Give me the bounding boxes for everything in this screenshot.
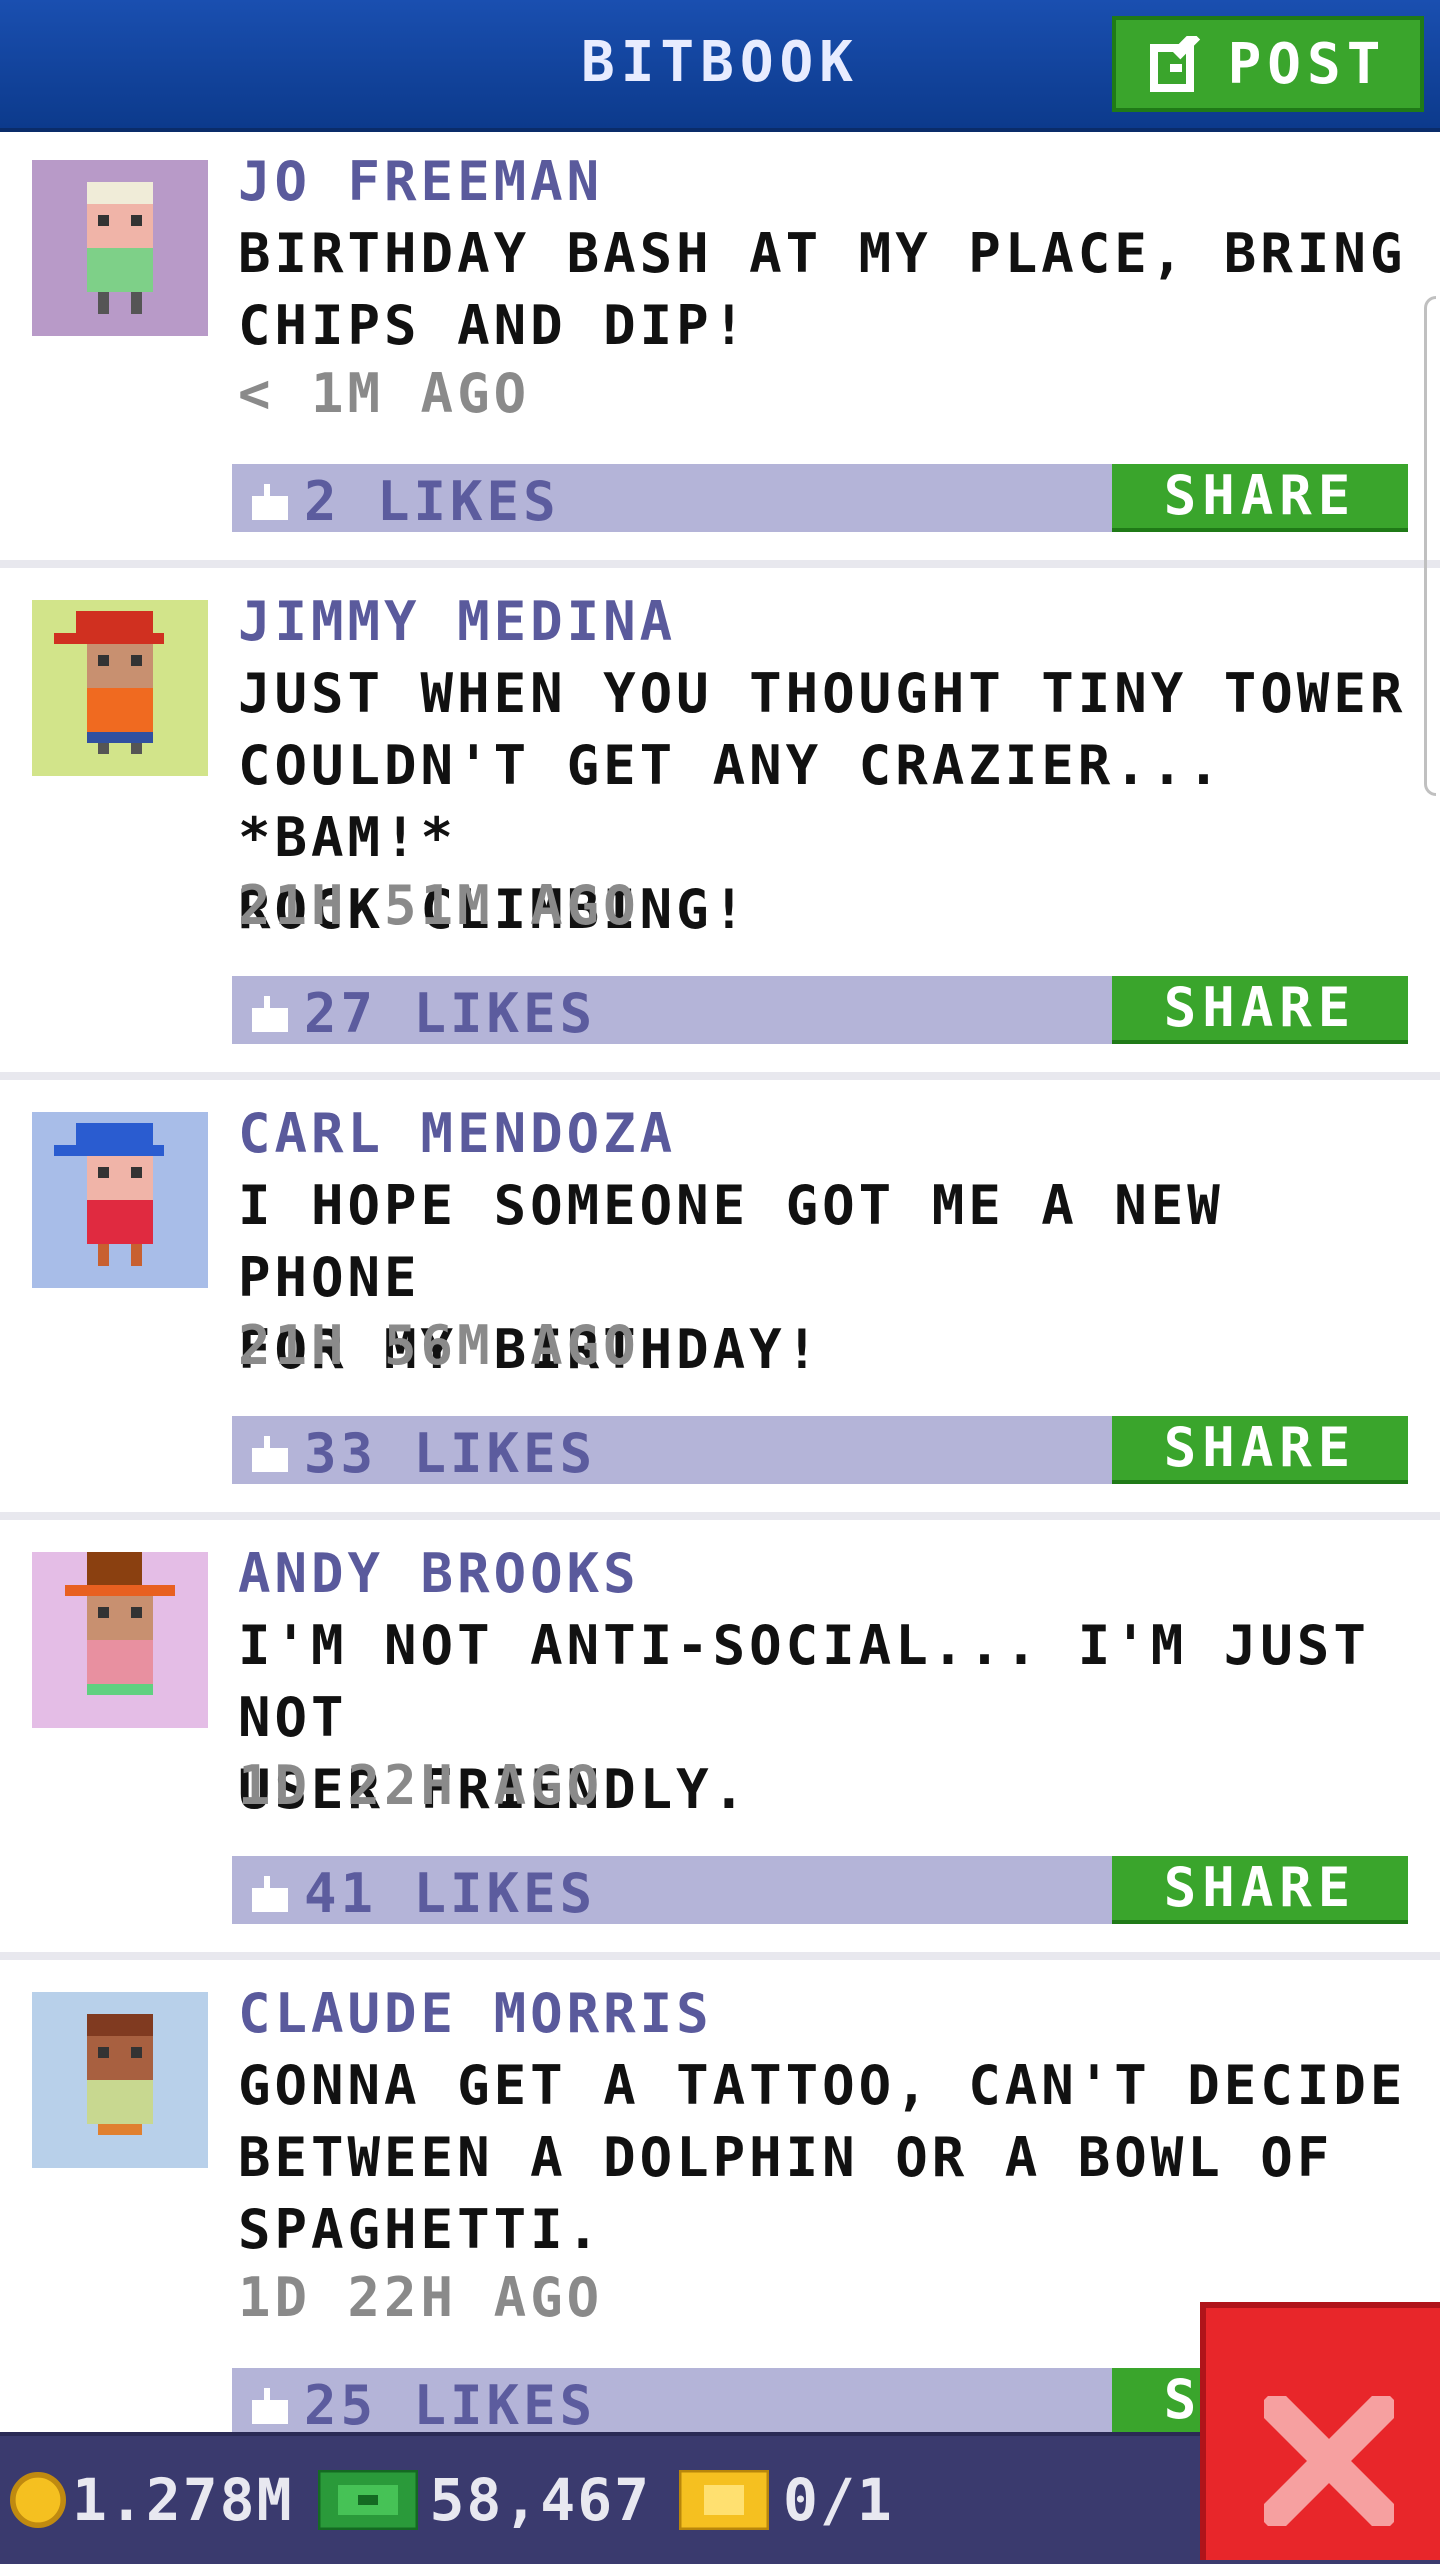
- post-time: 1D 22H AGO: [238, 2266, 604, 2329]
- avatar[interactable]: [32, 160, 208, 336]
- avatar-carl: [32, 1112, 208, 1288]
- coin-icon: [10, 2472, 66, 2528]
- feed-post: CARL MENDOZA I HOPE SOMEONE GOT ME A NEW…: [0, 1084, 1440, 1524]
- thumbs-up-icon: [252, 483, 288, 520]
- like-bar: 33 LIKES SHARE: [232, 1416, 1408, 1485]
- like-count: 25 LIKES: [304, 2374, 597, 2432]
- share-button[interactable]: SHARE: [1112, 1856, 1408, 1924]
- post-time: 1D 22H AGO: [238, 1754, 604, 1817]
- thumbs-up-icon: [252, 2387, 288, 2424]
- post-divider: [0, 1512, 1440, 1520]
- avatar[interactable]: [32, 600, 208, 776]
- avatar-jo: [32, 160, 208, 336]
- tickets-value: 0/1: [783, 2466, 894, 2534]
- post-divider: [0, 1952, 1440, 1960]
- post-time: 21H 51M AGO: [238, 874, 640, 937]
- like-button[interactable]: 33 LIKES: [252, 1422, 596, 1485]
- feed-post: ANDY BROOKS I'M NOT ANTI-SOCIAL... I'M J…: [0, 1524, 1440, 1964]
- post-divider: [0, 1072, 1440, 1080]
- like-count: 33 LIKES: [304, 1422, 597, 1485]
- post-button-label: POST: [1227, 31, 1387, 97]
- scrollbar[interactable]: [1424, 296, 1436, 796]
- share-button[interactable]: SHARE: [1112, 464, 1408, 532]
- close-button[interactable]: [1200, 2302, 1440, 2560]
- feed-list[interactable]: JO FREEMAN BIRTHDAY BASH AT MY PLACE, BR…: [0, 132, 1440, 2432]
- post-button[interactable]: POST: [1112, 16, 1424, 112]
- like-button[interactable]: 2 LIKES: [252, 470, 560, 533]
- post-author[interactable]: CARL MENDOZA: [238, 1102, 676, 1165]
- compose-icon: [1149, 36, 1200, 92]
- post-time: < 1M AGO: [238, 362, 531, 425]
- coins-value: 1.278M: [72, 2466, 294, 2534]
- avatar-jimmy: [32, 600, 208, 776]
- feed-post: JIMMY MEDINA JUST WHEN YOU THOUGHT TINY …: [0, 572, 1440, 1084]
- like-bar: 41 LIKES SHARE: [232, 1856, 1408, 1925]
- like-count: 27 LIKES: [304, 982, 597, 1045]
- avatar-claude: [32, 1992, 208, 2168]
- bux-stat: 58,467: [294, 2466, 652, 2534]
- like-count: 41 LIKES: [304, 1862, 597, 1925]
- post-author[interactable]: ANDY BROOKS: [238, 1542, 640, 1605]
- share-button[interactable]: SHARE: [1112, 976, 1408, 1044]
- feed-post: JO FREEMAN BIRTHDAY BASH AT MY PLACE, BR…: [0, 132, 1440, 572]
- share-button[interactable]: SHARE: [1112, 1416, 1408, 1484]
- app-header: BITBOOK POST: [0, 0, 1440, 132]
- post-text: GONNA GET A TATTOO, CAN'T DECIDE BETWEEN…: [238, 2054, 1407, 2261]
- avatar[interactable]: [32, 1552, 208, 1728]
- like-count: 2 LIKES: [304, 470, 560, 533]
- like-button[interactable]: 27 LIKES: [252, 982, 596, 1045]
- bux-value: 58,467: [429, 2466, 652, 2534]
- bux-icon: [317, 2470, 418, 2530]
- avatar[interactable]: [32, 1112, 208, 1288]
- ticket-icon: [679, 2470, 770, 2530]
- thumbs-up-icon: [252, 1875, 288, 1912]
- like-button[interactable]: 25 LIKES: [252, 2374, 596, 2432]
- avatar[interactable]: [32, 1992, 208, 2168]
- post-divider: [0, 560, 1440, 568]
- avatar-andy: [32, 1552, 208, 1728]
- coins-stat: 1.278M: [0, 2466, 294, 2534]
- like-button[interactable]: 41 LIKES: [252, 1862, 596, 1925]
- thumbs-up-icon: [252, 995, 288, 1032]
- post-time: 21H 56M AGO: [238, 1314, 640, 1377]
- thumbs-up-icon: [252, 1435, 288, 1472]
- post-author[interactable]: CLAUDE MORRIS: [238, 1982, 713, 2045]
- like-bar: 27 LIKES SHARE: [232, 976, 1408, 1045]
- post-author[interactable]: JO FREEMAN: [238, 150, 603, 213]
- post-author[interactable]: JIMMY MEDINA: [238, 590, 676, 653]
- close-icon: [1264, 2396, 1394, 2526]
- post-text: BIRTHDAY BASH AT MY PLACE, BRING CHIPS A…: [238, 222, 1407, 357]
- like-bar: 2 LIKES SHARE: [232, 464, 1408, 533]
- tickets-stat: 0/1: [651, 2466, 894, 2534]
